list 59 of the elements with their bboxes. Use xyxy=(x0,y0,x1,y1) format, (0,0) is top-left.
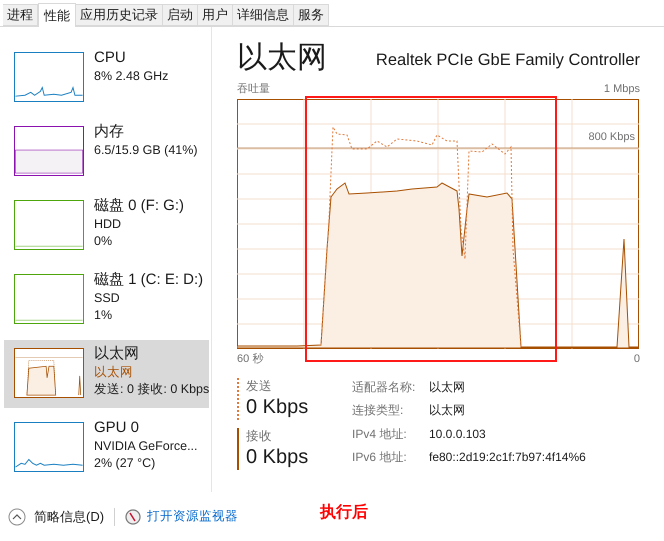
sidebar-item[interactable]: 内存 6.5/15.9 GB (41%) xyxy=(4,118,209,186)
item-title: CPU xyxy=(94,48,127,68)
tab[interactable]: 性能 xyxy=(38,3,76,27)
item-detail: NVIDIA GeForce... xyxy=(94,438,198,455)
send-label: 发送 xyxy=(246,378,273,394)
property-value: 以太网 xyxy=(429,402,466,419)
adapter-name: Realtek PCIe GbE Family Controller xyxy=(376,50,640,72)
item-title: 磁盘 0 (F: G:) xyxy=(94,196,184,216)
tab[interactable]: 启动 xyxy=(163,4,198,26)
usage-graph-thumbnail xyxy=(14,200,84,250)
gauge-icon xyxy=(125,508,142,524)
time-end-label: 0 xyxy=(634,352,640,367)
collapse-icon[interactable] xyxy=(8,508,26,526)
sidebar-item[interactable]: CPU 8% 2.48 GHz xyxy=(4,44,209,112)
receive-rate: 0 Kbps xyxy=(246,444,310,470)
graph-label: 吞吐量 xyxy=(237,82,270,97)
tab[interactable]: 详细信息 xyxy=(233,4,294,26)
usage-graph-thumbnail xyxy=(14,52,84,102)
property-label: IPv6 地址: xyxy=(352,449,408,466)
open-resource-monitor-link[interactable]: 打开资源监视器 xyxy=(147,507,238,526)
usage-graph-thumbnail xyxy=(14,274,84,324)
item-title: GPU 0 xyxy=(94,418,140,438)
item-detail: 6.5/15.9 GB (41%) xyxy=(94,142,198,159)
receive-label: 接收 xyxy=(246,428,273,444)
tab[interactable]: 用户 xyxy=(198,4,233,26)
item-detail: 0% xyxy=(94,233,114,250)
item-detail: 以太网 xyxy=(94,364,134,381)
item-title: 以太网 xyxy=(94,344,140,364)
tab[interactable]: 应用历史记录 xyxy=(76,4,163,26)
property-value: fe80::2d19:2c1f:7b97:4f14%6 xyxy=(429,449,586,466)
item-detail: SSD xyxy=(94,290,121,307)
tab[interactable]: 进程 xyxy=(3,4,38,26)
item-title: 内存 xyxy=(94,122,125,142)
item-detail: 8% 2.48 GHz xyxy=(94,68,168,85)
usage-graph-thumbnail xyxy=(14,348,84,398)
sidebar-item[interactable]: 磁盘 0 (F: G:) HDD 0% xyxy=(4,192,209,260)
item-detail: 发送: 0 接收: 0 Kbps xyxy=(94,381,210,398)
sidebar-item[interactable]: GPU 0 NVIDIA GeForce... 2% (27 °C) xyxy=(4,414,209,482)
tab[interactable]: 服务 xyxy=(294,4,329,26)
sidebar-item[interactable]: 以太网 以太网 发送: 0 接收: 0 Kbps xyxy=(4,340,209,408)
item-title: 磁盘 1 (C: E: D:) xyxy=(94,270,204,290)
page-title: 以太网 xyxy=(237,40,327,76)
property-label: 适配器名称: xyxy=(352,378,416,396)
item-detail: HDD xyxy=(94,216,122,233)
property-label: 连接类型: xyxy=(352,402,404,419)
property-label: IPv4 地址: xyxy=(352,426,408,442)
usage-graph-thumbnail xyxy=(14,422,84,472)
time-start-label: 60 秒 xyxy=(237,352,264,367)
usage-graph-thumbnail xyxy=(14,126,84,176)
item-detail: 2% (27 °C) xyxy=(94,455,156,472)
sidebar-item[interactable]: 磁盘 1 (C: E: D:) SSD 1% xyxy=(4,266,209,334)
property-value: 10.0.0.103 xyxy=(429,426,487,442)
graph-line-label: 800 Kbps xyxy=(588,129,636,146)
property-value: 以太网 xyxy=(429,378,466,396)
fewer-details-button[interactable]: 简略信息(D) xyxy=(34,506,104,526)
item-detail: 1% xyxy=(94,307,114,324)
graph-max-label: 1 Mbps xyxy=(604,82,640,97)
annotation-text: 执行后 xyxy=(320,500,368,522)
send-rate: 0 Kbps xyxy=(246,394,310,420)
